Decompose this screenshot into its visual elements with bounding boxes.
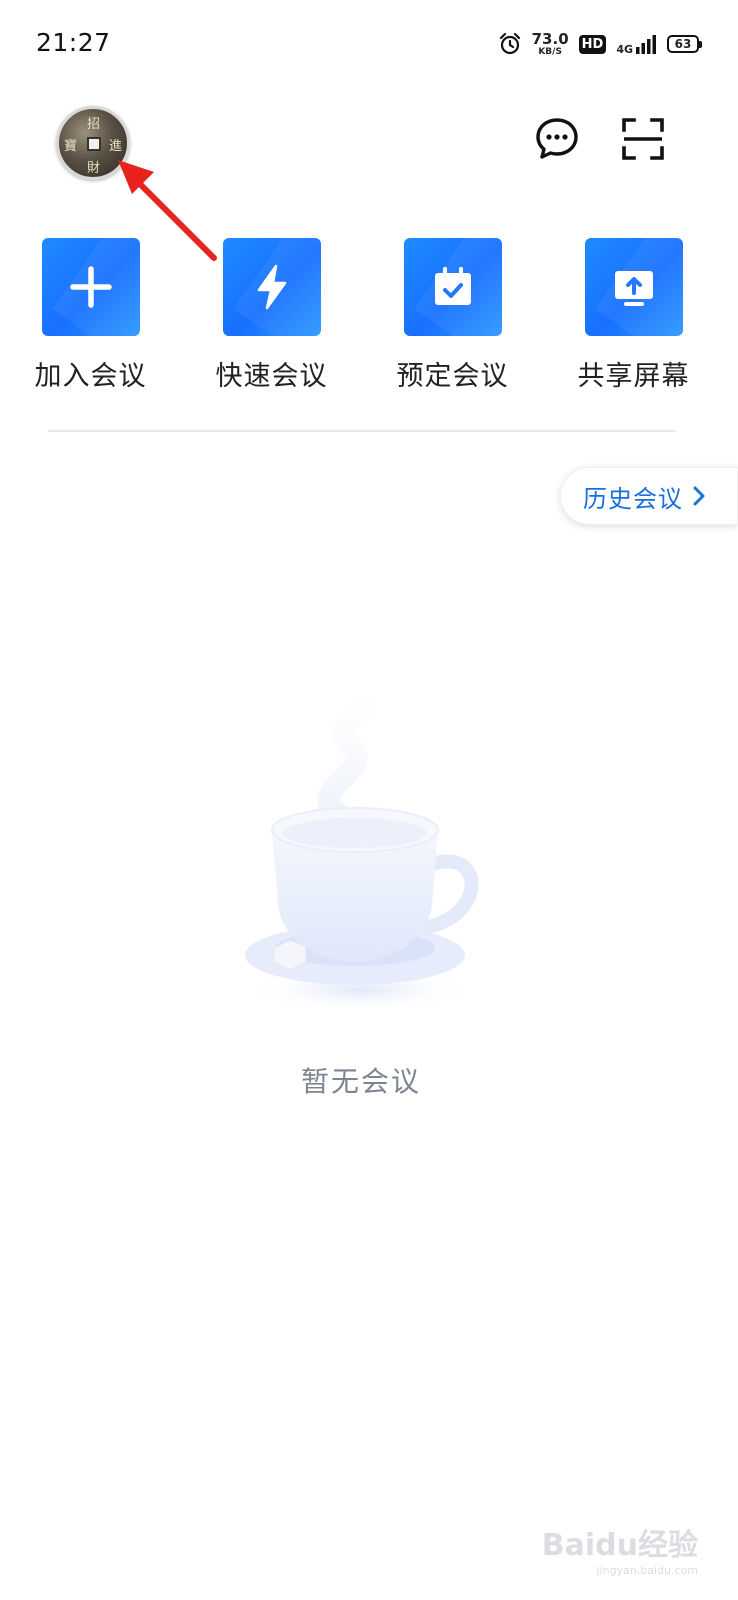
signal-bars-icon bbox=[636, 35, 656, 54]
lightning-icon bbox=[257, 264, 286, 310]
plus-icon bbox=[69, 266, 112, 308]
quick-actions: 加入会议 快速会议 预定会议 共享屏幕 bbox=[0, 238, 738, 398]
coffee-cup-illustration bbox=[240, 690, 480, 1012]
join-meeting-label: 加入会议 bbox=[34, 361, 147, 392]
join-meeting-button[interactable]: 加入会议 bbox=[0, 238, 181, 393]
share-screen-label: 共享屏幕 bbox=[577, 361, 690, 392]
empty-state-text: 暂无会议 bbox=[300, 1065, 421, 1098]
quick-meeting-button[interactable]: 快速会议 bbox=[181, 238, 362, 393]
screen-share-icon bbox=[614, 271, 653, 306]
network-speed-unit: KB/S bbox=[538, 46, 562, 57]
avatar-glyph-bottom: 財 bbox=[87, 161, 101, 176]
calendar-check-icon bbox=[434, 267, 471, 305]
cellular-signal: 4G bbox=[616, 33, 657, 55]
schedule-meeting-button[interactable]: 预定会议 bbox=[362, 238, 543, 393]
section-divider bbox=[48, 430, 676, 432]
avatar-glyph-top: 招 bbox=[87, 117, 101, 132]
alarm-icon bbox=[499, 32, 520, 55]
quick-meeting-label: 快速会议 bbox=[215, 361, 328, 392]
network-speed-value: 73.0 bbox=[531, 29, 569, 48]
battery-indicator: 63 bbox=[667, 35, 702, 53]
status-indicators: 73.0 KB/S HD 4G 63 bbox=[498, 28, 702, 60]
coin-hole bbox=[87, 137, 101, 151]
join-meeting-tile[interactable] bbox=[41, 238, 140, 336]
baidu-watermark: Baidu经验 jingyan.baidu.com bbox=[541, 1520, 698, 1577]
schedule-meeting-label: 预定会议 bbox=[396, 361, 509, 392]
history-meetings-button[interactable]: 历史会议 bbox=[560, 467, 738, 525]
message-button[interactable] bbox=[534, 116, 580, 162]
hd-badge: HD bbox=[578, 34, 607, 54]
network-speed: 73.0 KB/S bbox=[531, 29, 569, 57]
message-bubble-icon bbox=[536, 118, 578, 159]
avatar-glyph-left: 寶 bbox=[64, 139, 78, 154]
share-screen-button[interactable]: 共享屏幕 bbox=[543, 238, 724, 393]
watermark-url: jingyan.baidu.com bbox=[596, 1564, 698, 1577]
scan-icon bbox=[622, 118, 664, 160]
chevron-right-icon bbox=[693, 486, 705, 506]
status-time: 21:27 bbox=[36, 28, 111, 57]
scan-button[interactable] bbox=[620, 116, 666, 162]
schedule-meeting-tile[interactable] bbox=[403, 238, 502, 336]
status-bar: 21:27 73.0 KB/S HD 4G 63 bbox=[0, 0, 738, 90]
battery-level: 63 bbox=[674, 37, 692, 51]
watermark-main: Baidu经验 bbox=[541, 1528, 698, 1563]
history-meetings-label: 历史会议 bbox=[583, 484, 683, 513]
share-screen-tile[interactable] bbox=[584, 238, 683, 336]
quick-meeting-tile[interactable] bbox=[222, 238, 321, 336]
network-type: 4G bbox=[616, 43, 633, 56]
